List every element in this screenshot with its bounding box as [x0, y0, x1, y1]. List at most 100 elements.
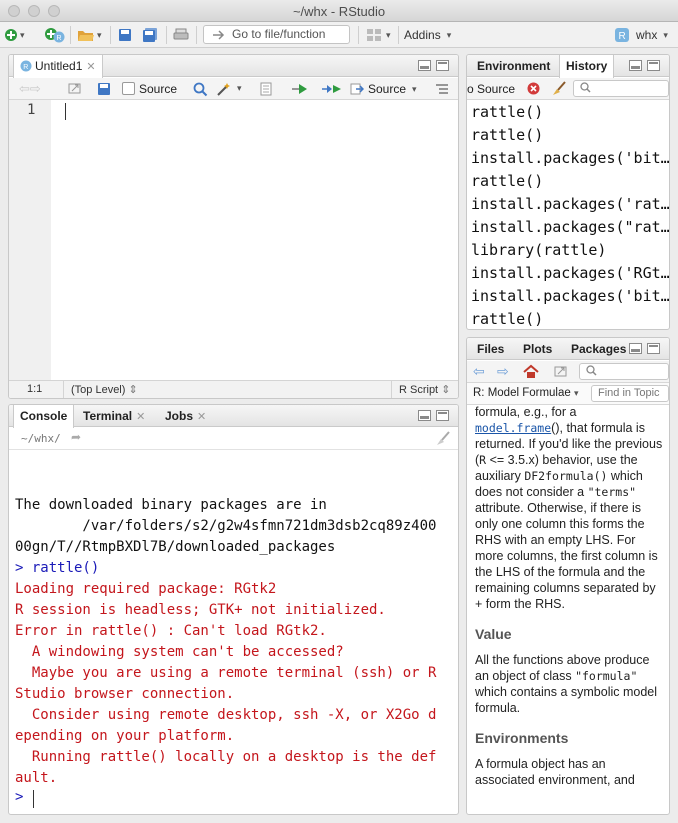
new-file-button[interactable]: ▾ [4, 26, 25, 44]
project-menu[interactable]: R whx ▾ [614, 26, 668, 44]
model-frame-link[interactable]: model.frame [475, 421, 551, 435]
tab-label: History [566, 59, 608, 73]
history-entry[interactable]: rattle() [471, 124, 669, 147]
window-title: ~/whx - RStudio [292, 4, 386, 19]
history-entry[interactable]: install.packages("rat… [471, 216, 669, 239]
console-line: Maybe you are using a remote terminal (s… [15, 665, 437, 681]
help-back-icon[interactable]: ⇦ [473, 363, 485, 380]
back-arrow-icon[interactable]: ⇦⇨ [19, 81, 41, 97]
history-entry[interactable]: install.packages('rat… [471, 193, 669, 216]
save-button[interactable] [118, 26, 132, 44]
rerun-icon[interactable] [321, 83, 343, 95]
history-list[interactable]: rattle() rattle() install.packages('bit… ra… [471, 101, 669, 329]
help-heading-environments: Environments [475, 730, 569, 746]
r-project-icon: R [615, 28, 629, 42]
workspace-panes-button[interactable]: ▾ [366, 26, 391, 44]
tab-plots[interactable]: Plots [517, 338, 558, 360]
prompt-symbol: > [15, 789, 24, 805]
tab-jobs[interactable]: Jobs ✕ [159, 405, 212, 427]
minimize-pane-button[interactable] [629, 60, 642, 71]
close-tab-icon[interactable]: ✕ [136, 411, 145, 423]
tab-console[interactable]: Console [13, 405, 75, 428]
history-entry[interactable]: install.packages('RGt… [471, 262, 669, 285]
tab-files[interactable]: Files [471, 338, 510, 360]
history-entry[interactable]: rattle() [471, 308, 669, 329]
history-entry[interactable]: install.packages('bit… [471, 147, 669, 170]
history-entry[interactable]: rattle() [471, 101, 669, 124]
help-topic-bar: R: Model Formulae ▾ Find in Topic [467, 383, 669, 405]
source-button-label: Source [368, 82, 407, 96]
maximize-pane-button[interactable] [436, 60, 449, 71]
save-all-button[interactable] [142, 26, 158, 44]
compile-report-icon[interactable] [259, 82, 273, 96]
minimize-pane-button[interactable] [418, 60, 431, 71]
goto-directory-icon[interactable]: ➦ [71, 430, 81, 444]
close-tab-icon[interactable]: ✕ [197, 411, 206, 423]
help-topic-label: R: Model Formulae [473, 387, 571, 399]
environment-history-pane: Environment History o Source rattle() rat… [466, 54, 670, 330]
working-directory: ~/whx/ [21, 432, 61, 445]
cursor-position: 1:1 [27, 383, 43, 395]
find-in-topic-placeholder: Find in Topic [598, 387, 660, 399]
show-in-window-icon[interactable] [67, 82, 83, 96]
help-forward-icon[interactable]: ⇨ [497, 363, 509, 380]
minimize-pane-button[interactable] [629, 343, 642, 354]
goto-file-function-input[interactable]: Go to file/function [203, 25, 350, 44]
history-search-input[interactable] [573, 80, 669, 97]
save-icon[interactable] [97, 82, 111, 96]
show-in-window-icon[interactable] [553, 365, 569, 379]
remove-entry-icon[interactable] [527, 82, 540, 95]
history-entry[interactable]: install.packages('bit… [471, 285, 669, 308]
addins-menu[interactable]: Addins ▾ [404, 26, 451, 44]
history-entry[interactable]: library(rattle) [471, 239, 669, 262]
new-project-button[interactable]: R [44, 26, 66, 44]
console-output[interactable]: The downloaded binary packages are in /v… [15, 495, 454, 789]
source-on-save-label: Source [139, 82, 178, 96]
tab-label: Console [20, 409, 68, 423]
document-outline-icon[interactable] [435, 83, 449, 95]
print-button[interactable] [173, 26, 189, 44]
scope-selector[interactable]: (Top Level) ⇕ [71, 383, 138, 396]
code-tools-wand-icon[interactable] [216, 81, 232, 97]
help-heading-value: Value [475, 626, 512, 642]
search-icon[interactable] [193, 82, 208, 97]
maximize-pane-button[interactable] [647, 60, 660, 71]
addins-label: Addins [404, 28, 441, 42]
tab-packages[interactable]: Packages [565, 338, 632, 360]
chevron-down-icon: ▾ [412, 83, 417, 94]
maximize-pane-button[interactable] [436, 410, 449, 421]
file-type-selector[interactable]: R Script ⇕ [399, 383, 450, 396]
help-topic-selector[interactable]: R: Model Formulae ▾ [473, 387, 579, 399]
tab-label: Plots [523, 342, 553, 356]
console-pathbar: ~/whx/ ➦ [9, 428, 458, 450]
tab-untitled1[interactable]: R Untitled1 ✕ [13, 55, 103, 78]
to-source-button[interactable]: o Source [467, 82, 515, 96]
home-icon[interactable] [523, 364, 539, 379]
tab-terminal[interactable]: Terminal ✕ [77, 405, 151, 427]
close-tab-icon[interactable]: ✕ [86, 61, 95, 73]
console-line: Consider using remote desktop, ssh -X, o… [15, 707, 437, 723]
tab-label: Files [477, 342, 505, 356]
open-file-button[interactable]: ▾ [77, 26, 102, 44]
run-line-icon[interactable] [291, 83, 309, 95]
updown-icon: ⇕ [441, 384, 451, 396]
tab-history[interactable]: History [559, 55, 615, 78]
console-input-cursor[interactable] [33, 790, 34, 808]
help-search-input[interactable] [579, 363, 669, 380]
source-button[interactable]: Source ▾ [350, 81, 417, 97]
history-entry[interactable]: rattle() [471, 170, 669, 193]
print-icon [173, 28, 189, 40]
tab-label: Environment [477, 59, 551, 73]
clear-console-broom-icon[interactable] [435, 431, 451, 447]
files-help-pane: Files Plots Packages ⇦ ⇨ R: Model Formul… [466, 337, 670, 815]
help-content: formula, e.g., for a model.frame(), that… [475, 404, 663, 788]
code-editor[interactable] [51, 100, 458, 380]
source-pane: R Untitled1 ✕ ⇦⇨ Source ▾ Source ▾ 1 1:1 (… [8, 54, 459, 399]
clear-history-broom-icon[interactable] [551, 81, 567, 97]
minimize-pane-button[interactable] [418, 410, 431, 421]
source-on-save-checkbox[interactable] [122, 82, 135, 95]
find-in-topic-input[interactable]: Find in Topic [591, 385, 669, 402]
console-pane: Console Terminal ✕ Jobs ✕ ~/whx/ ➦ The dow… [8, 404, 459, 815]
tab-environment[interactable]: Environment [471, 55, 556, 77]
maximize-pane-button[interactable] [647, 343, 660, 354]
